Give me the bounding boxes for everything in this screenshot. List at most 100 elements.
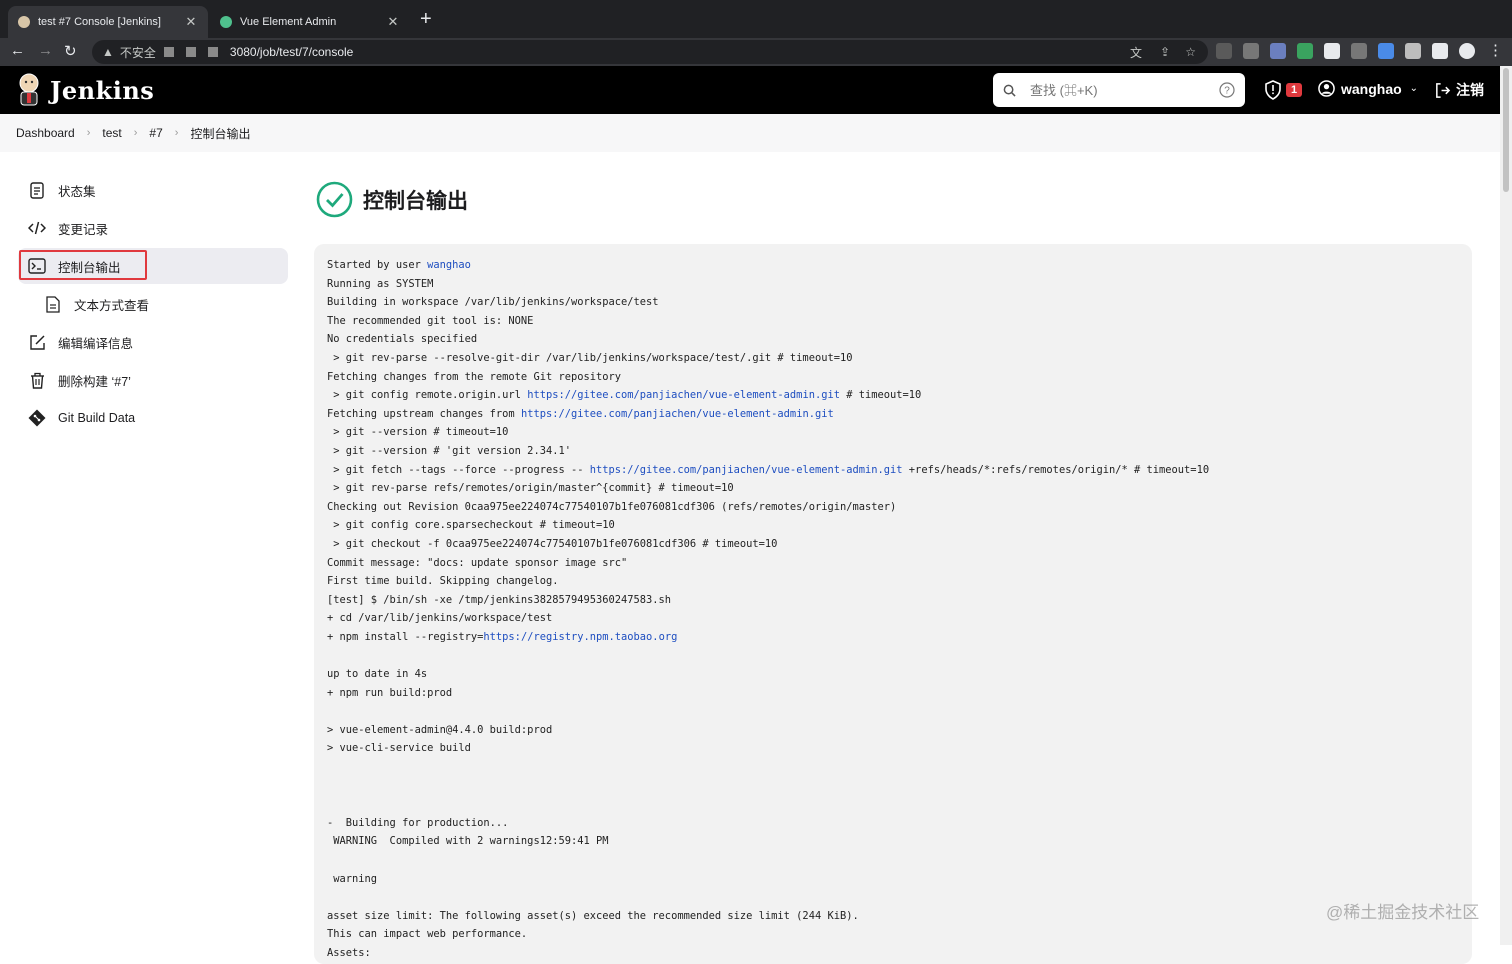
console-line: Fetching upstream changes from https://g… (327, 405, 1459, 424)
console-text: + npm run build:prod (327, 686, 453, 699)
console-text: This can impact web performance. (327, 928, 528, 941)
console-line: > git config core.sparsecheckout # timeo… (327, 516, 1459, 535)
address-bar[interactable]: ▲ 不安全 3080/job/test/7/console 文 ⇪ ☆ (92, 40, 1208, 64)
console-text: First time build. Skipping changelog. (327, 575, 559, 588)
page-title: 控制台输出 (363, 189, 468, 213)
back-icon[interactable]: ← (10, 42, 25, 59)
user-menu[interactable]: wanghao ⌄ (1318, 80, 1418, 97)
console-output: Started by user wanghao Running as SYSTEM… (314, 244, 1472, 964)
translate-icon[interactable]: 文 (1130, 44, 1142, 61)
console-text: > git --version # timeout=10 (327, 426, 509, 439)
logout-link[interactable]: 注销 (1434, 80, 1484, 100)
jenkins-title[interactable]: Jenkins (50, 76, 154, 105)
reload-icon[interactable]: ↻ (64, 42, 77, 60)
console-text: Building in workspace /var/lib/jenkins/w… (327, 296, 659, 309)
browser-tab-bar: test #7 Console [Jenkins] ✕ Vue Element … (0, 0, 1512, 38)
console-text: > git fetch --tags --force --progress -- (327, 463, 590, 476)
scrollbar-thumb[interactable] (1503, 68, 1509, 192)
tab-vue-element-admin[interactable]: Vue Element Admin ✕ (210, 6, 410, 38)
new-tab-button[interactable]: + (420, 9, 432, 29)
bookmark-star-icon[interactable]: ☆ (1185, 45, 1196, 59)
breadcrumb-console[interactable]: 控制台输出 (190, 125, 250, 142)
user-icon (1318, 80, 1335, 97)
tab-close-icon[interactable]: ✕ (386, 14, 400, 30)
console-link[interactable]: https://registry.npm.taobao.org (483, 631, 677, 643)
breadcrumb: Dashboard › test › #7 › 控制台输出 (0, 114, 1500, 152)
console-text: Commit message: "docs: update sponsor im… (327, 556, 628, 569)
redacted-host (163, 47, 174, 57)
extension-v-icon[interactable] (1216, 43, 1232, 59)
tab-close-icon[interactable]: ✕ (184, 14, 198, 30)
console-text: Fetching upstream changes from (327, 407, 521, 420)
sidebar-item-changes[interactable]: 变更记录 (18, 210, 288, 246)
console-link[interactable]: https://gitee.com/panjiachen/vue-element… (521, 408, 834, 420)
jenkins-header: Jenkins ? 1 wanghao ⌄ 注销 (0, 66, 1500, 114)
sidebar-item-git-build-data[interactable]: Git Build Data (18, 400, 288, 436)
console-link[interactable]: https://gitee.com/panjiachen/vue-element… (590, 464, 903, 476)
logout-icon (1436, 82, 1451, 98)
extension-x-icon[interactable] (1324, 43, 1340, 59)
console-text: > git checkout -f 0caa975ee224074c775401… (327, 537, 778, 550)
extension-react-icon[interactable] (1270, 43, 1286, 59)
console-text: The recommended git tool is: NONE (327, 314, 534, 327)
console-line: Commit message: "docs: update sponsor im… (327, 554, 1459, 573)
breadcrumb-job[interactable]: test (102, 126, 121, 140)
insecure-label: 不安全 (119, 45, 156, 60)
console-link[interactable]: wanghao (427, 259, 471, 271)
sidebar-item-plain-text[interactable]: 文本方式查看 (18, 286, 288, 322)
console-text: > git rev-parse --resolve-git-dir /var/l… (327, 351, 853, 364)
extension-glasses-icon[interactable] (1351, 43, 1367, 59)
console-line: Checking out Revision 0caa975ee224074c77… (327, 498, 1459, 517)
search-box[interactable]: ? (993, 73, 1245, 107)
console-text: No credentials specified (327, 333, 478, 346)
share-icon[interactable]: ⇪ (1160, 45, 1170, 59)
security-alerts[interactable]: 1 (1264, 80, 1303, 100)
sidebar-item-console[interactable]: 控制台输出 (18, 248, 288, 284)
search-input[interactable] (1028, 81, 1219, 99)
console-line: > git rev-parse refs/remotes/origin/mast… (327, 479, 1459, 498)
sidebar-item-delete-build[interactable]: 删除构建 ‘#7’ (18, 362, 288, 398)
console-line: No credentials specified (327, 330, 1459, 349)
console-text: warning (327, 872, 378, 885)
sidebar-item-label: 文本方式查看 (74, 298, 150, 313)
console-text: Started by user (327, 259, 428, 271)
console-line: Running as SYSTEM (327, 275, 1459, 294)
console-line: Assets: (327, 944, 1459, 963)
console-line: Started by user wanghao (327, 256, 1459, 275)
sidebar-item-label: Git Build Data (58, 411, 136, 425)
breadcrumb-dashboard[interactable]: Dashboard (16, 126, 75, 140)
tab-jenkins-console[interactable]: test #7 Console [Jenkins] ✕ (8, 6, 208, 38)
file-text-icon (44, 295, 62, 313)
forward-icon[interactable]: → (38, 42, 53, 59)
console-line: [test] $ /bin/sh -xe /tmp/jenkins3828579… (327, 591, 1459, 610)
tab-title: test #7 Console [Jenkins] (38, 16, 161, 28)
help-icon[interactable]: ? (1219, 82, 1235, 98)
sidebar-item-edit-build-info[interactable]: 编辑编译信息 (18, 324, 288, 360)
logout-label: 注销 (1456, 82, 1484, 98)
console-text: > git config core.sparsecheckout # timeo… (327, 519, 615, 532)
console-link[interactable]: https://gitee.com/panjiachen/vue-element… (527, 389, 840, 401)
jenkins-logo-icon[interactable] (16, 72, 42, 106)
extension-camera-icon[interactable] (1243, 43, 1259, 59)
browser-toolbar: ← → ↻ ▲ 不安全 3080/job/test/7/console 文 ⇪ … (0, 38, 1512, 66)
chevron-down-icon: ⌄ (1409, 83, 1419, 94)
download-icon[interactable] (1378, 43, 1394, 59)
sidepanel-icon[interactable] (1432, 43, 1448, 59)
breadcrumb-build[interactable]: #7 (149, 126, 162, 140)
console-text: Running as SYSTEM (327, 277, 434, 290)
extensions-puzzle-icon[interactable] (1405, 43, 1421, 59)
vertical-scrollbar[interactable] (1500, 66, 1512, 945)
sidebar-item-status[interactable]: 状态集 (18, 172, 288, 208)
extension-shield-icon[interactable] (1297, 43, 1313, 59)
console-text: up to date in 4s (327, 668, 428, 681)
browser-menu-icon[interactable]: ⋮ (1488, 41, 1503, 59)
console-text: > git rev-parse refs/remotes/origin/mast… (327, 482, 734, 495)
console-text: > git --version # 'git version 2.34.1' (327, 444, 571, 457)
sidebar: 状态集 变更记录 控制台输出 文本方式查看 编辑编译信息 删除构建 ‘#7’ G… (18, 172, 288, 438)
profile-avatar-icon[interactable] (1459, 43, 1475, 59)
